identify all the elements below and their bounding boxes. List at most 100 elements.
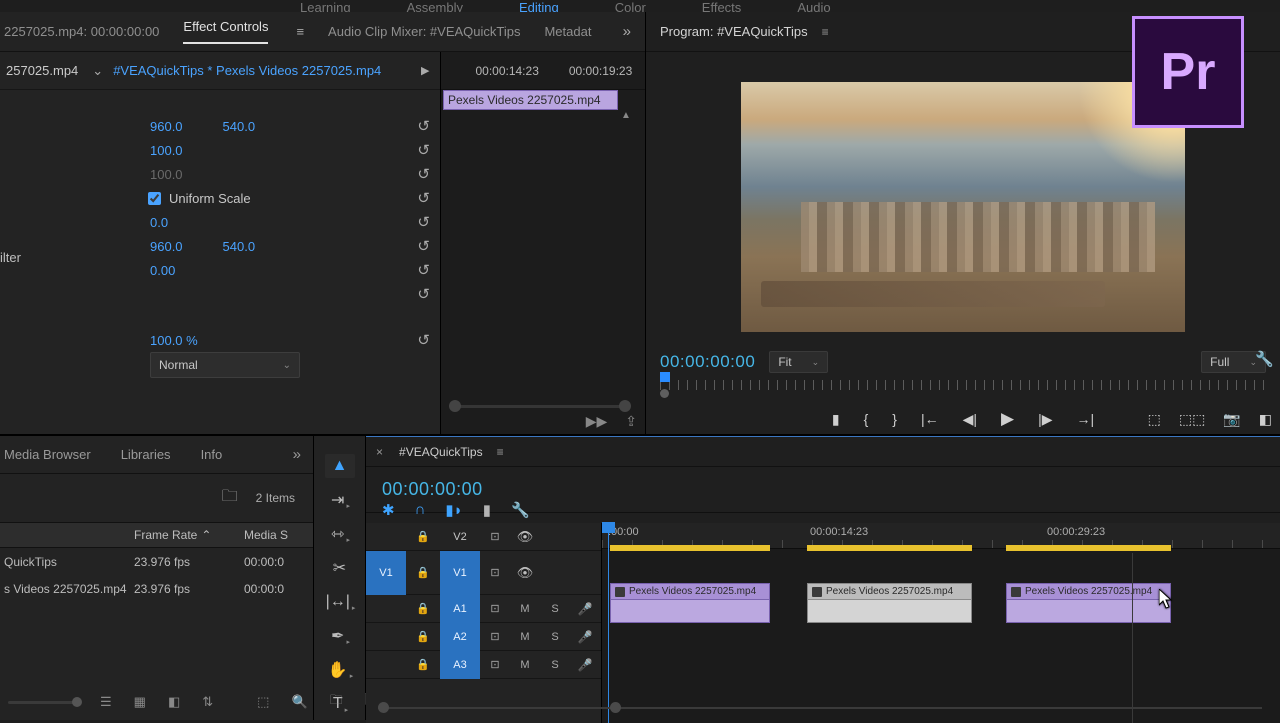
solo-button[interactable]: S [540, 623, 570, 651]
bin-icon[interactable]: 🗀 [222, 485, 238, 512]
mark-out-icon[interactable]: } [892, 411, 897, 427]
search-icon[interactable]: 🔍 [291, 694, 307, 710]
linked-selection-icon[interactable]: ∩ [415, 501, 426, 519]
sequence-tab[interactable]: #VEAQuickTips [399, 445, 483, 459]
export-frame-icon[interactable]: 📷 [1223, 411, 1240, 428]
reset-icon[interactable]: ↺ [417, 261, 430, 279]
scale-row[interactable]: 100.0 ↺ [0, 138, 440, 162]
sort-asc-icon[interactable]: ⌃ [201, 528, 211, 542]
ec-vscroll-arrow[interactable]: ▲ [621, 110, 641, 121]
hand-tool[interactable]: ✋▸ [325, 658, 355, 682]
panel-menu-icon[interactable]: ≡ [497, 445, 504, 459]
step-back-icon[interactable]: ◀| [963, 411, 977, 428]
settings-wrench-icon[interactable]: 🔧 [1255, 350, 1274, 368]
work-area-bar[interactable] [807, 545, 972, 551]
a2-target[interactable]: A2 [440, 623, 480, 651]
reset-icon[interactable]: ↺ [417, 237, 430, 255]
timeline-zoom-left-handle[interactable] [378, 702, 389, 713]
program-video-preview[interactable] [741, 82, 1185, 332]
lock-icon[interactable]: 🔒 [406, 523, 440, 551]
go-to-in-icon[interactable]: |← [921, 411, 939, 427]
sync-lock-icon[interactable]: ⊡ [480, 623, 510, 651]
v2-target[interactable]: V2 [440, 523, 480, 551]
blend-mode-select[interactable]: Normal⌄ [150, 352, 300, 378]
play-only-icon[interactable]: ▶ [421, 64, 429, 77]
mark-in-icon[interactable]: { [864, 411, 869, 427]
close-sequence-icon[interactable]: × [376, 445, 383, 459]
timeline-zoom-right-handle[interactable] [610, 702, 621, 713]
selection-tool[interactable]: ▲ [325, 454, 355, 478]
zoom-fit-select[interactable]: Fit⌄ [769, 351, 828, 373]
rotation-row[interactable]: 0.0 ↺ [0, 210, 440, 234]
a1-target[interactable]: A1 [440, 595, 480, 623]
lift-icon[interactable]: ⬚ [1148, 411, 1161, 428]
reset-icon[interactable]: ↺ [417, 189, 430, 207]
razor-tool[interactable]: ✂ [325, 556, 355, 580]
lock-icon[interactable]: 🔒 [406, 651, 440, 679]
libraries-tab[interactable]: Libraries [121, 447, 171, 462]
metadata-tab[interactable]: Metadat [544, 24, 591, 39]
icon-view-icon[interactable]: ▦ [134, 694, 146, 710]
sort-icon[interactable]: ⇅ [202, 694, 213, 710]
lock-icon[interactable]: 🔒 [406, 559, 440, 587]
go-to-out-icon[interactable]: →| [1076, 411, 1094, 427]
timeline-clip[interactable]: Pexels Videos 2257025.mp4 [1006, 583, 1171, 623]
media-browser-tab[interactable]: Media Browser [4, 447, 91, 462]
add-marker-icon[interactable]: ▮ [483, 501, 491, 519]
source-tab[interactable]: 2257025.mp4: 00:00:00:00 [4, 24, 159, 39]
timeline-clip[interactable]: Pexels Videos 2257025.mp4 [610, 583, 770, 623]
v1-source-patch[interactable]: V1 [366, 551, 406, 595]
ec-clip-bar[interactable]: Pexels Videos 2257025.mp4 [443, 90, 618, 110]
extract-icon[interactable]: ⬚⬚ [1179, 411, 1205, 428]
new-bin-icon[interactable]: 🗀 [330, 691, 343, 713]
position-row[interactable]: 960.0540.0 ↺ [0, 114, 440, 138]
opacity-row[interactable]: 100.0 % ↺ [0, 328, 440, 352]
reset-icon[interactable]: ↺ [417, 165, 430, 183]
sequence-clip-link[interactable]: #VEAQuickTips * Pexels Videos 2257025.mp… [113, 63, 381, 78]
reset-icon[interactable]: ↺ [417, 141, 430, 159]
freeform-view-icon[interactable]: ◧ [168, 694, 180, 710]
timeline-clip-selected[interactable]: Pexels Videos 2257025.mp4 [807, 583, 972, 623]
v1-target[interactable]: V1 [440, 551, 480, 595]
export-icon[interactable]: ⇪ [625, 413, 637, 430]
work-area-bar[interactable] [1006, 545, 1171, 551]
track-select-tool[interactable]: ⇥▸ [325, 488, 355, 512]
master-clip-label[interactable]: 257025.mp4 [6, 63, 78, 78]
timeline-timecode[interactable]: 00:00:00:00 [382, 479, 483, 500]
uniform-scale-row[interactable]: Uniform Scale ↺ [0, 186, 440, 210]
anti-flicker-row[interactable]: 0.00 ↺ [0, 258, 440, 282]
a3-target[interactable]: A3 [440, 651, 480, 679]
opacity-header-row[interactable]: ↺ [0, 282, 440, 306]
auto-seq-icon[interactable]: ⬚ [257, 694, 269, 710]
loop-icon[interactable]: ▶▶ [586, 413, 608, 430]
marker-icon[interactable]: ▮◗ [445, 501, 462, 519]
add-marker-icon[interactable]: ▮ [832, 411, 840, 428]
reset-icon[interactable]: ↺ [417, 331, 430, 349]
panel-menu-icon[interactable]: ≡ [296, 24, 304, 39]
ec-scroll-right-handle[interactable] [619, 400, 631, 412]
effect-controls-tab[interactable]: Effect Controls [183, 19, 268, 44]
project-item[interactable]: s Videos 2257025.mp4 23.976 fps 00:00:0 [0, 575, 313, 602]
work-area-bar[interactable] [610, 545, 770, 551]
voiceover-icon[interactable]: 🎤 [570, 623, 600, 651]
reset-icon[interactable]: ↺ [417, 213, 430, 231]
overflow-icon[interactable]: » [623, 23, 631, 40]
toggle-output-icon[interactable]: 👁 [510, 523, 540, 551]
info-tab[interactable]: Info [201, 447, 223, 462]
audio-clip-mixer-tab[interactable]: Audio Clip Mixer: #VEAQuickTips [328, 24, 520, 39]
dropdown-icon[interactable]: ⌄ [92, 63, 103, 79]
sync-lock-icon[interactable]: ⊡ [480, 559, 510, 587]
program-timecode[interactable]: 00:00:00:00 [660, 352, 755, 372]
anchor-row[interactable]: 960.0540.0 ↺ [0, 234, 440, 258]
uniform-scale-checkbox[interactable] [148, 192, 161, 205]
list-view-icon[interactable]: ☰ [100, 694, 112, 710]
mute-button[interactable]: M [510, 595, 540, 623]
ec-scroll-left-handle[interactable] [449, 400, 461, 412]
comparison-icon[interactable]: ◧ [1259, 411, 1272, 428]
thumbnail-size-slider[interactable] [8, 701, 78, 704]
voiceover-icon[interactable]: 🎤 [570, 595, 600, 623]
play-icon[interactable]: ▶ [1001, 409, 1014, 429]
reset-icon[interactable]: ↺ [417, 285, 430, 303]
timeline-settings-icon[interactable]: 🔧 [511, 501, 530, 519]
solo-button[interactable]: S [540, 595, 570, 623]
